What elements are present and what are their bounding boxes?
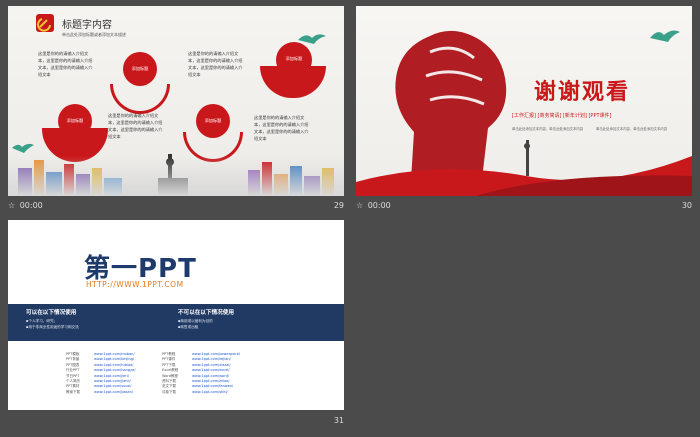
slide-meta-30: ☆ 00:00 30	[356, 199, 692, 213]
slide-meta-29: ☆ 00:00 29	[8, 199, 344, 213]
slide-title: 标题字内容	[62, 20, 112, 31]
body-paragraph: 这里是你的的请输入介绍文本，这里是你的的请输入介绍文本，这里是你的的请输入介绍文…	[188, 51, 243, 77]
topic-tags: [工作汇报] [商务简请] [新年计划] [PPT课件]	[512, 113, 612, 119]
semicircle-marker	[110, 84, 170, 114]
cannot-use-line: ▪转售或出租	[178, 325, 199, 329]
slide-number: 29	[333, 201, 344, 210]
slide-number: 31	[333, 416, 344, 425]
link-list-right[interactable]: www.1ppt.com/powerpoint/www.1ppt.com/kej…	[192, 352, 240, 395]
circle-label: 添加标题	[285, 56, 303, 61]
party-emblem-icon	[36, 14, 54, 32]
brand-url: HTTP://WWW.1PPT.COM	[86, 280, 184, 289]
slide-thumbnail-31[interactable]: 第一PPT HTTP://WWW.1PPT.COM 可以在以下情况使用 ▪个人学…	[8, 220, 344, 410]
usage-band: 可以在以下情况使用 ▪个人学习、研究； ▪用于非商业性用途的学习和交流 不可以在…	[8, 304, 344, 341]
caption-text: 单击此处添加文本内容，单击此处添加文本内容	[596, 127, 668, 131]
slide-meta-31: 31	[8, 414, 344, 428]
body-paragraph: 这里是你的的请输入介绍文本，这里是你的的请输入介绍文本，这里是你的的请输入介绍文…	[38, 51, 93, 77]
link-labels-right: PPT教程 PPT课件 PPT下载 Excel教程 Word教程 资料下载 范文下载 试卷下载	[162, 352, 179, 394]
link-list-left[interactable]: www.1ppt.com/moban/www.1ppt.com/beijing/…	[94, 352, 135, 395]
body-paragraph: 这里是你的的请输入介绍文本，这里是你的的请输入介绍文本，这里是你的的请输入介绍文…	[108, 113, 163, 139]
slide-thumbnail-30[interactable]: 谢谢观看 [工作汇报] [商务简请] [新年计划] [PPT课件] 单击此处添加…	[356, 6, 692, 196]
slide-subtitle: 单击此处添加标题或者添加文本描述	[62, 32, 126, 37]
circle-label: 添加标题	[131, 66, 149, 71]
caption-text: 单击此处添加文本内容，单击此处添加文本内容	[512, 127, 584, 131]
red-ribbon	[356, 140, 692, 196]
slide-timing: 00:00	[367, 201, 391, 210]
transition-star-icon: ☆	[8, 201, 16, 210]
slide-thumbnail-29[interactable]: 标题字内容 单击此处添加标题或者添加文本描述 添加标题 添加标题 添加标题 添加…	[8, 6, 344, 196]
slide-number: 30	[681, 201, 692, 210]
can-use-line: ▪用于非商业性用途的学习和交流	[26, 325, 79, 329]
link-labels-left: PPT模板 PPT背景 PPT图表 行业PPT 节日PPT 个人简历 PPT素材 教案下载	[66, 352, 80, 394]
transition-star-icon: ☆	[356, 201, 364, 210]
ink-wash	[8, 156, 344, 196]
can-use-title: 可以在以下情况使用	[26, 310, 77, 316]
semicircle-marker	[260, 66, 326, 98]
circle-label: 添加标题	[66, 118, 84, 123]
slide-timing: 00:00	[19, 201, 43, 210]
thanks-heading: 谢谢观看	[534, 79, 631, 105]
body-paragraph: 这里是你的的请输入介绍文本，这里是你的的请输入介绍文本，这里是你的的请输入介绍文…	[254, 115, 309, 141]
circle-label: 添加标题	[204, 118, 222, 123]
bird-icon	[650, 30, 680, 42]
cannot-use-title: 不可以在以下情况使用	[178, 310, 234, 316]
